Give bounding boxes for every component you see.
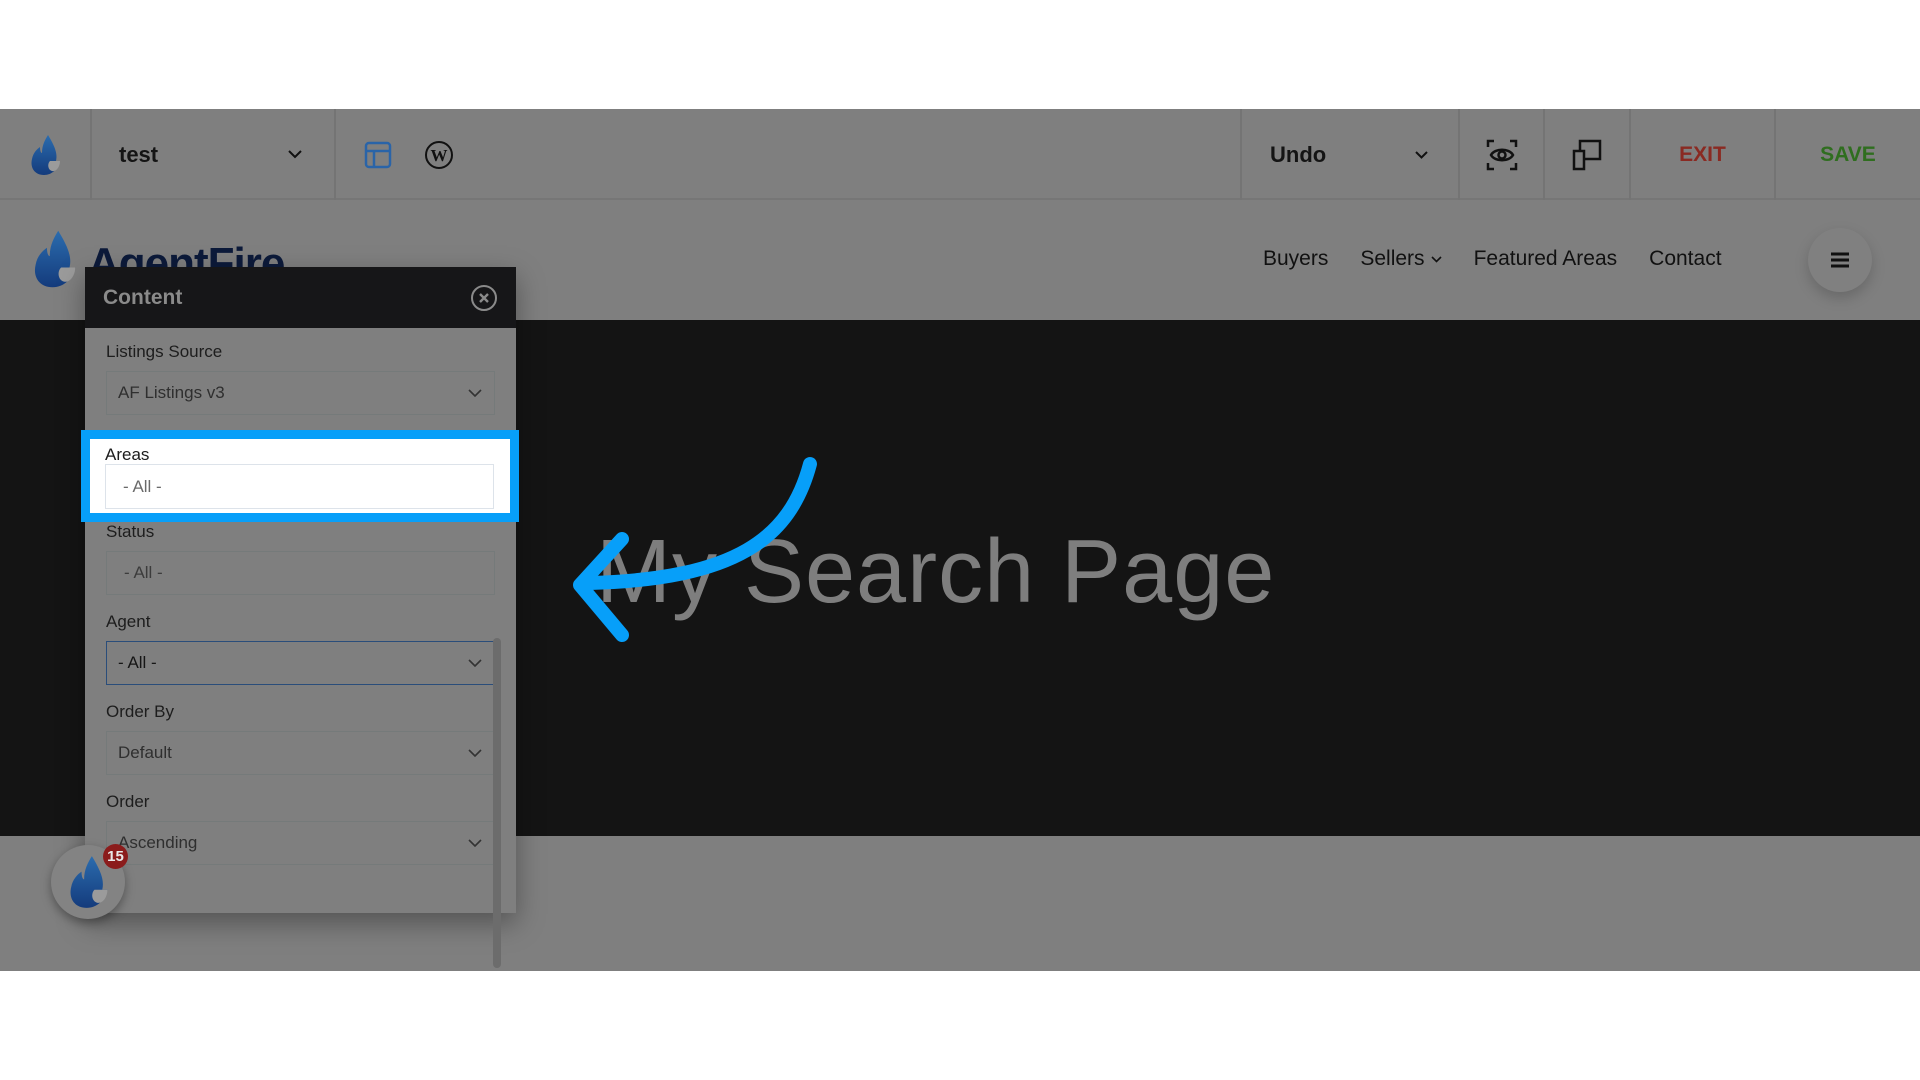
builder-logo-button[interactable] xyxy=(0,109,92,200)
notification-badge: 15 xyxy=(103,844,128,869)
input-value: - All - xyxy=(123,476,162,496)
order-select[interactable]: Ascending xyxy=(106,821,495,865)
field-label: Order By xyxy=(106,702,175,721)
chevron-down-icon xyxy=(468,659,482,667)
input-value: - All - xyxy=(124,563,163,582)
select-value: AF Listings v3 xyxy=(118,383,225,402)
chevron-down-icon xyxy=(1415,150,1428,159)
areas-input[interactable]: - All - xyxy=(105,464,494,509)
nav-item-label: Sellers xyxy=(1360,247,1425,270)
field-label: Status xyxy=(106,522,155,541)
field-label: Order xyxy=(106,792,150,811)
undo-label: Undo xyxy=(1270,141,1327,167)
chevron-down-icon xyxy=(468,839,482,847)
page-builder-stage: test W Undo EXIT SAVE AgentFire Buyers S… xyxy=(0,109,1920,971)
flame-logo-icon xyxy=(34,230,76,288)
field-label: Listings Source xyxy=(106,342,223,361)
field-label: Areas xyxy=(105,445,150,464)
layout-icon[interactable] xyxy=(364,141,392,169)
wordpress-icon[interactable]: W xyxy=(424,140,454,170)
content-settings-panel: Content Listings Source AF Listings v3 S… xyxy=(85,267,516,968)
select-value: Default xyxy=(118,743,172,762)
chevron-down-icon xyxy=(288,150,302,159)
builder-toolbar: test W Undo EXIT SAVE xyxy=(0,109,1920,200)
toolbar-tools: W xyxy=(336,109,1242,200)
page-selector-value: test xyxy=(119,141,159,167)
field-order-by: Order By Default xyxy=(106,702,495,775)
field-label: Agent xyxy=(106,612,151,631)
field-listings-source: Listings Source AF Listings v3 xyxy=(106,342,495,415)
main-nav: Buyers Sellers Featured Areas Contact xyxy=(1263,247,1722,271)
order-by-select[interactable]: Default xyxy=(106,731,495,775)
agent-select[interactable]: - All - xyxy=(106,641,495,685)
svg-text:W: W xyxy=(431,146,448,165)
panel-header: Content xyxy=(85,267,516,328)
panel-title: Content xyxy=(103,285,183,309)
close-icon[interactable] xyxy=(470,284,498,312)
chevron-down-icon xyxy=(468,749,482,757)
eye-preview-icon xyxy=(1486,139,1517,170)
nav-item-label: Contact xyxy=(1649,247,1722,270)
responsive-devices-icon xyxy=(1572,139,1602,170)
nav-item-contact[interactable]: Contact xyxy=(1649,247,1721,271)
listings-source-select[interactable]: AF Listings v3 xyxy=(106,371,495,415)
field-agent: Agent - All - xyxy=(106,612,495,685)
save-button[interactable]: SAVE xyxy=(1776,109,1920,200)
hamburger-menu-button[interactable] xyxy=(1808,228,1872,292)
areas-field-highlight: Areas - All - xyxy=(81,430,519,522)
field-order: Order Ascending xyxy=(106,792,495,865)
hamburger-icon xyxy=(1831,252,1849,268)
nav-item-featured-areas[interactable]: Featured Areas xyxy=(1474,247,1618,271)
page-selector-dropdown[interactable]: test xyxy=(92,109,336,200)
flame-logo-icon xyxy=(31,134,60,175)
nav-item-label: Buyers xyxy=(1263,247,1329,270)
select-value: Ascending xyxy=(118,833,198,852)
chevron-down-icon xyxy=(1430,255,1442,263)
status-input[interactable]: - All - xyxy=(106,551,495,595)
field-status: Status - All - xyxy=(106,522,495,595)
exit-button[interactable]: EXIT xyxy=(1631,109,1776,200)
nav-item-label: Featured Areas xyxy=(1473,247,1618,270)
panel-scrollbar[interactable] xyxy=(493,638,501,968)
responsive-view-button[interactable] xyxy=(1545,109,1631,200)
nav-item-buyers[interactable]: Buyers xyxy=(1263,247,1328,271)
nav-item-sellers[interactable]: Sellers xyxy=(1360,247,1442,271)
site-logo[interactable] xyxy=(30,227,78,291)
panel-body: Listings Source AF Listings v3 Status - … xyxy=(85,328,516,968)
annotation-arrow-icon xyxy=(573,457,817,642)
undo-dropdown[interactable]: Undo xyxy=(1242,109,1460,200)
preview-button[interactable] xyxy=(1460,109,1545,200)
chevron-down-icon xyxy=(468,389,482,397)
select-value: - All - xyxy=(118,653,157,672)
